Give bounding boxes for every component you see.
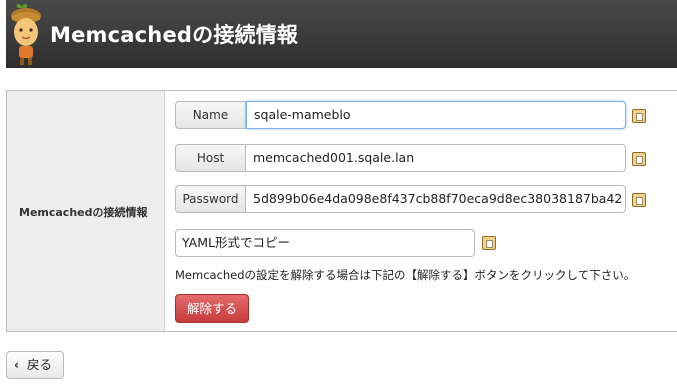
password-label: Password bbox=[175, 185, 246, 213]
panel-label-cell: Memcachedの接続情報 bbox=[7, 91, 165, 331]
acorn-mascot-icon bbox=[11, 4, 41, 65]
name-label: Name bbox=[175, 101, 246, 129]
copy-name-icon[interactable] bbox=[632, 109, 646, 123]
host-label: Host bbox=[175, 144, 246, 172]
name-field[interactable]: sqale-mameblo bbox=[246, 101, 626, 129]
copy-yaml-icon[interactable] bbox=[482, 236, 496, 250]
yaml-copy-field[interactable]: YAML形式でコピー bbox=[175, 229, 475, 257]
page-header: Memcachedの接続情報 bbox=[6, 0, 677, 68]
password-field[interactable]: 5d899b06e4da098e8f437cb88f70eca9d8ec3803… bbox=[246, 185, 626, 213]
copy-password-icon[interactable] bbox=[632, 193, 646, 207]
copy-host-icon[interactable] bbox=[632, 152, 646, 166]
panel-label: Memcachedの接続情報 bbox=[19, 206, 148, 219]
host-field[interactable]: memcached001.sqale.lan bbox=[246, 144, 626, 172]
back-button[interactable]: ‹ 戻る bbox=[6, 351, 64, 379]
connection-info-panel: Memcachedの接続情報 Name sqale-mameblo Host m… bbox=[6, 90, 677, 332]
back-button-label: 戻る bbox=[27, 357, 53, 372]
chevron-left-icon: ‹ bbox=[14, 358, 19, 372]
page-title: Memcachedの接続情報 bbox=[50, 23, 299, 47]
release-note: Memcachedの設定を解除する場合は下記の【解除する】ボタンをクリックして下… bbox=[175, 268, 636, 282]
release-button[interactable]: 解除する bbox=[175, 294, 249, 323]
